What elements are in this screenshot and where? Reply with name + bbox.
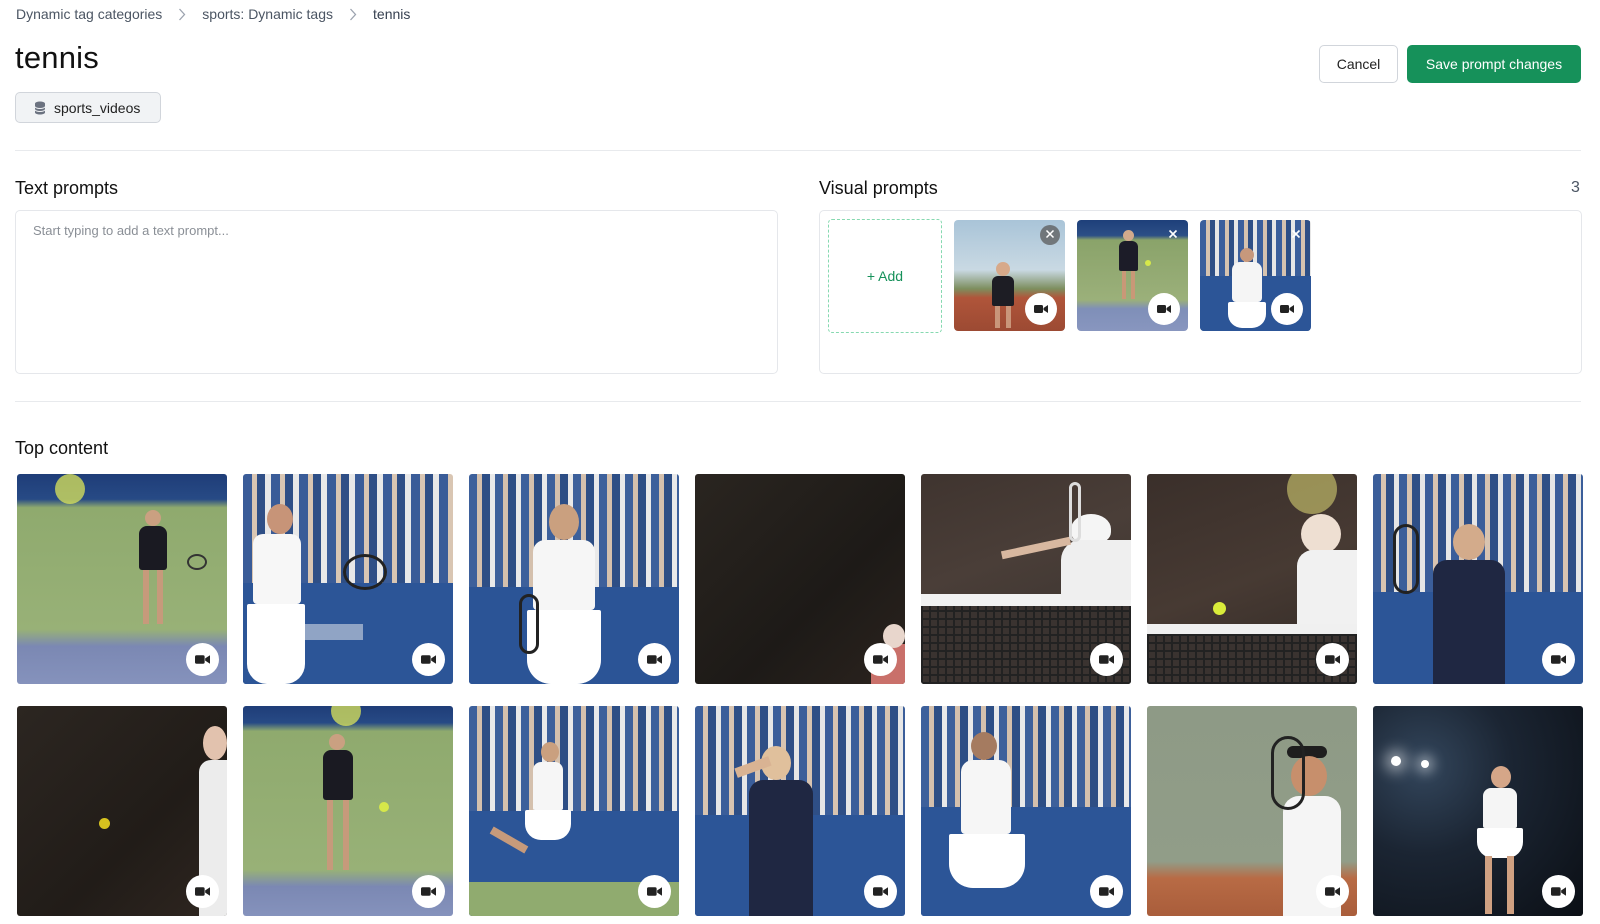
visual-prompt-thumbnail[interactable]: [954, 220, 1065, 331]
content-thumbnail[interactable]: [243, 706, 453, 916]
database-chip: sports_videos: [15, 92, 161, 123]
remove-visual-prompt-button[interactable]: [1163, 225, 1183, 245]
content-thumbnail[interactable]: [1147, 474, 1357, 684]
content-thumbnail[interactable]: [469, 474, 679, 684]
video-camera-icon: [1025, 293, 1057, 325]
breadcrumb: Dynamic tag categories sports: Dynamic t…: [16, 6, 410, 22]
visual-prompts-box: + Add: [819, 210, 1582, 374]
video-camera-icon: [864, 875, 897, 908]
text-prompt-box: [15, 210, 778, 374]
close-icon: [1045, 226, 1055, 244]
visual-prompt-thumbnail[interactable]: [1200, 220, 1311, 331]
video-camera-icon: [638, 875, 671, 908]
video-camera-icon: [1090, 875, 1123, 908]
video-camera-icon: [412, 875, 445, 908]
text-prompt-input[interactable]: [16, 211, 777, 373]
video-camera-icon: [1316, 643, 1349, 676]
top-content-title: Top content: [15, 438, 109, 458]
content-thumbnail[interactable]: [1147, 706, 1357, 916]
video-camera-icon: [412, 643, 445, 676]
divider: [15, 401, 1581, 402]
content-thumbnail[interactable]: [921, 474, 1131, 684]
close-icon: [1291, 226, 1301, 244]
breadcrumb-item-categories[interactable]: Dynamic tag categories: [16, 6, 162, 22]
content-thumbnail[interactable]: [17, 474, 227, 684]
save-prompt-changes-button[interactable]: Save prompt changes: [1407, 45, 1581, 83]
content-thumbnail[interactable]: [921, 706, 1131, 916]
database-icon: [34, 101, 46, 115]
visual-prompts-title: Visual prompts: [819, 178, 938, 198]
content-thumbnail[interactable]: [1373, 474, 1583, 684]
content-thumbnail[interactable]: [17, 706, 227, 916]
remove-visual-prompt-button[interactable]: [1286, 225, 1306, 245]
visual-prompts-count: 3: [1571, 179, 1580, 196]
video-camera-icon: [1316, 875, 1349, 908]
close-icon: [1168, 226, 1178, 244]
video-camera-icon: [1542, 643, 1575, 676]
remove-visual-prompt-button[interactable]: [1040, 225, 1060, 245]
video-camera-icon: [638, 643, 671, 676]
video-camera-icon: [1090, 643, 1123, 676]
video-camera-icon: [186, 643, 219, 676]
chevron-right-icon: [178, 8, 186, 21]
content-thumbnail[interactable]: [243, 474, 453, 684]
video-camera-icon: [1271, 293, 1303, 325]
database-chip-label: sports_videos: [54, 99, 141, 116]
add-visual-prompt-button[interactable]: + Add: [828, 219, 942, 333]
video-camera-icon: [186, 875, 219, 908]
visual-prompt-thumbnail[interactable]: [1077, 220, 1188, 331]
content-thumbnail[interactable]: [695, 474, 905, 684]
divider: [15, 150, 1581, 151]
content-thumbnail[interactable]: [1373, 706, 1583, 916]
page-title: tennis: [15, 40, 99, 75]
text-prompts-title: Text prompts: [15, 178, 119, 198]
video-camera-icon: [864, 643, 897, 676]
content-thumbnail[interactable]: [469, 706, 679, 916]
chevron-right-icon: [349, 8, 357, 21]
video-camera-icon: [1542, 875, 1575, 908]
video-camera-icon: [1148, 293, 1180, 325]
breadcrumb-item-sports-tags[interactable]: sports: Dynamic tags: [202, 6, 333, 22]
content-thumbnail[interactable]: [695, 706, 905, 916]
breadcrumb-item-current: tennis: [373, 6, 411, 22]
cancel-button[interactable]: Cancel: [1319, 45, 1398, 83]
